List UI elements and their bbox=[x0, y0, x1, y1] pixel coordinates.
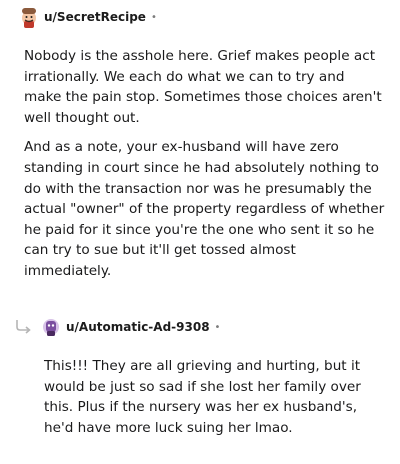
user-avatar-icon[interactable] bbox=[40, 316, 62, 338]
comment-header: u/SecretRecipe • bbox=[18, 6, 157, 28]
user-avatar-icon[interactable] bbox=[18, 6, 40, 28]
comment-username[interactable]: u/Automatic-Ad-9308 bbox=[66, 320, 210, 334]
comment-body: This!!! They are all grieving and hurtin… bbox=[44, 356, 386, 438]
comment-paragraph: Nobody is the asshole here. Grief makes … bbox=[24, 48, 382, 126]
separator-dot: • bbox=[214, 321, 221, 333]
comment-paragraph: And as a note, your ex-husband will have… bbox=[24, 139, 385, 279]
reply-arrow-icon bbox=[16, 320, 31, 334]
separator-dot: • bbox=[150, 11, 157, 23]
comment-body: Nobody is the asshole here. Grief makes … bbox=[24, 46, 386, 282]
comment-header: u/Automatic-Ad-9308 • bbox=[40, 316, 220, 338]
comment-username[interactable]: u/SecretRecipe bbox=[44, 10, 146, 24]
comment-paragraph: This!!! They are all grieving and hurtin… bbox=[44, 358, 361, 436]
